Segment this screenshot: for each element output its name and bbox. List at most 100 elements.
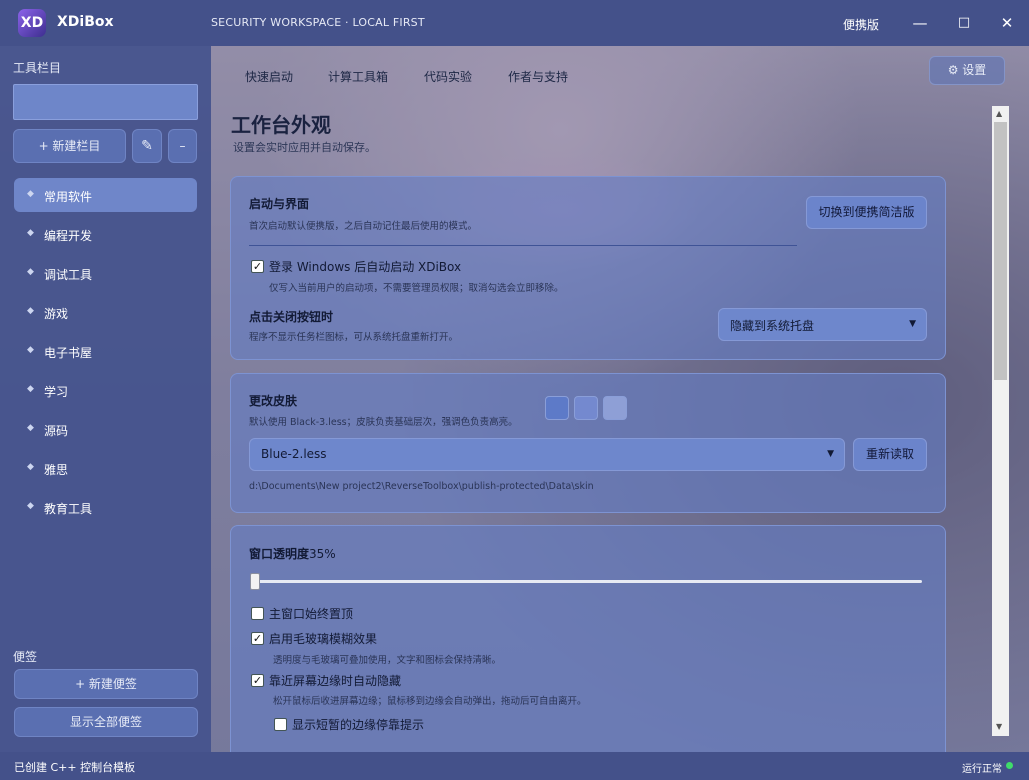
sidebar-item-学习[interactable]: ◆ 学习 [14,373,197,407]
always-on-top-label: 主窗口始终置顶 [269,607,354,621]
column-name-input[interactable] [13,84,198,120]
status-ok-label: 运行正常 [962,764,1002,775]
close-behavior-value: 隐藏到系统托盘 [730,319,815,333]
bullet-icon: ◆ [27,228,34,238]
skin-card: 更改皮肤 默认使用 Black-3.less；皮肤负责基础层次，强调色负责高亮。… [230,373,946,513]
sidebar-item-label: 调试工具 [44,268,93,282]
sidebar-item-常用软件[interactable]: ◆ 常用软件 [14,178,197,212]
sidebar-item-教育工具[interactable]: ◆ 教育工具 [14,490,197,524]
autostart-checkbox[interactable]: ✓ [251,260,264,273]
remove-column-button[interactable]: – [168,129,197,163]
maximize-button[interactable]: □ [953,12,975,34]
edge-hint-checkbox[interactable] [274,718,287,731]
scrollbar-thumb[interactable] [994,122,1007,380]
autohide-desc: 松开鼠标后收进屏幕边缘；鼠标移到边缘会自动弹出，拖动后可自由离开。 [273,696,587,707]
skin-swatch-2[interactable] [574,396,598,420]
opacity-slider-track[interactable] [252,580,922,583]
divider [249,245,797,246]
new-column-button[interactable]: + 新建栏目 [13,129,126,163]
skin-select[interactable]: Blue-2.less ▼ [249,438,845,471]
sidebar-item-雅思[interactable]: ◆ 雅思 [14,451,197,485]
blur-checkbox[interactable]: ✓ [251,632,264,645]
close-behavior-desc: 程序不显示任务栏图标，可从系统托盘重新打开。 [249,332,459,343]
sidebar-item-label: 电子书屋 [44,346,93,360]
chevron-down-icon: ▼ [909,319,916,329]
autostart-label: 登录 Windows 后自动启动 XDiBox [269,260,462,274]
sidebar-item-电子书屋[interactable]: ◆ 电子书屋 [14,334,197,368]
bullet-icon: ◆ [27,267,34,277]
edition-label[interactable]: 便携版 [843,16,879,33]
edit-column-button[interactable]: ✎ [132,129,162,163]
opacity-value: 35% [309,547,336,561]
bullet-icon: ◆ [27,306,34,316]
tab-quick-launch[interactable]: 快速启动 [245,68,293,85]
notes-heading: 便签 [13,650,38,664]
close-behavior-title: 点击关闭按钮时 [249,310,334,324]
opacity-slider-handle[interactable] [250,573,260,590]
scroll-up-icon[interactable]: ▲ [996,109,1002,118]
opacity-title: 窗口透明度35% [249,545,336,562]
blur-label: 启用毛玻璃模糊效果 [269,632,378,646]
vertical-scrollbar[interactable]: ▲ ▼ [992,106,1009,736]
new-note-button[interactable]: + 新建便签 [14,669,198,699]
skin-swatch-1[interactable] [545,396,569,420]
app-logo: XD [18,9,46,37]
bullet-icon: ◆ [27,384,34,394]
sidebar-item-label: 编程开发 [44,229,93,243]
main-panel: 快速启动 计算工具箱 代码实验 作者与支持 ⚙ 设置 工作台外观 设置会实时应用… [211,46,1029,765]
show-all-notes-button[interactable]: 显示全部便签 [14,707,198,737]
title-bar: XD XDiBox SECURITY WORKSPACE · LOCAL FIR… [0,0,1029,46]
tab-author-support[interactable]: 作者与支持 [508,68,568,85]
app-name: XDiBox [57,14,114,30]
close-behavior-select[interactable]: 隐藏到系统托盘 ▼ [718,308,927,341]
close-button[interactable]: ✕ [996,12,1018,34]
blur-desc: 透明度与毛玻璃可叠加使用，文字和图标会保持清晰。 [273,655,502,666]
sidebar-item-label: 学习 [44,385,69,399]
sidebar-heading: 工具栏目 [13,61,62,75]
page-title: 工作台外观 [231,113,331,137]
sidebar-item-label: 游戏 [44,307,69,321]
minimize-button[interactable]: — [909,12,931,34]
opacity-card: 窗口透明度35% 主窗口始终置顶 ✓ 启用毛玻璃模糊效果 透明度与毛玻璃可叠加使… [230,525,946,765]
status-message: 已创建 C++ 控制台模板 [14,761,136,774]
sidebar-item-label: 常用软件 [44,190,93,204]
status-indicator-icon [1006,762,1013,769]
sidebar-item-调试工具[interactable]: ◆ 调试工具 [14,256,197,290]
sidebar-item-源码[interactable]: ◆ 源码 [14,412,197,446]
tab-code-lab[interactable]: 代码实验 [424,68,472,85]
scroll-down-icon[interactable]: ▼ [996,722,1002,731]
startup-title: 启动与界面 [249,197,310,211]
skin-title: 更改皮肤 [249,394,298,408]
skin-select-value: Blue-2.less [261,447,327,461]
reload-skin-button[interactable]: 重新读取 [853,438,927,471]
always-on-top-checkbox[interactable] [251,607,264,620]
status-bar: 已创建 C++ 控制台模板 运行正常 [0,752,1029,780]
autohide-label: 靠近屏幕边缘时自动隐藏 [269,674,402,688]
skin-path: d:\Documents\New project2\ReverseToolbox… [249,481,594,492]
pencil-icon: ✎ [141,138,153,154]
skin-swatch-3[interactable] [603,396,627,420]
settings-label: 设置 [962,63,987,77]
autohide-checkbox[interactable]: ✓ [251,674,264,687]
sidebar-item-游戏[interactable]: ◆ 游戏 [14,295,197,329]
sidebar-item-label: 教育工具 [44,502,93,516]
startup-desc: 首次启动默认便携版，之后自动记住最后使用的模式。 [249,221,478,232]
opacity-title-text: 窗口透明度 [249,547,310,561]
switch-portable-button[interactable]: 切换到便携简洁版 [806,196,927,229]
settings-button[interactable]: ⚙ 设置 [929,56,1005,85]
bullet-icon: ◆ [27,462,34,472]
sidebar: 工具栏目 + 新建栏目 ✎ – ◆ 常用软件 ◆ 编程开发 ◆ 调试工具 ◆ 游戏 ◆ 电… [0,46,211,752]
skin-desc: 默认使用 Black-3.less；皮肤负责基础层次，强调色负责高亮。 [249,417,518,428]
sidebar-item-label: 源码 [44,424,69,438]
bullet-icon: ◆ [27,189,34,199]
sidebar-item-label: 雅思 [44,463,69,477]
startup-card: 启动与界面 首次启动默认便携版，之后自动记住最后使用的模式。 切换到便携简洁版 … [230,176,946,360]
edge-hint-label: 显示短暂的边缘停靠提示 [292,718,425,732]
app-subtitle: SECURITY WORKSPACE · LOCAL FIRST [211,16,425,29]
chevron-down-icon: ▼ [827,449,834,459]
page-subtitle: 设置会实时应用并自动保存。 [233,141,376,154]
bullet-icon: ◆ [27,501,34,511]
autostart-desc: 仅写入当前用户的启动项，不需要管理员权限；取消勾选会立即移除。 [269,283,564,294]
sidebar-item-编程开发[interactable]: ◆ 编程开发 [14,217,197,251]
tab-calculator-toolbox[interactable]: 计算工具箱 [328,68,388,85]
